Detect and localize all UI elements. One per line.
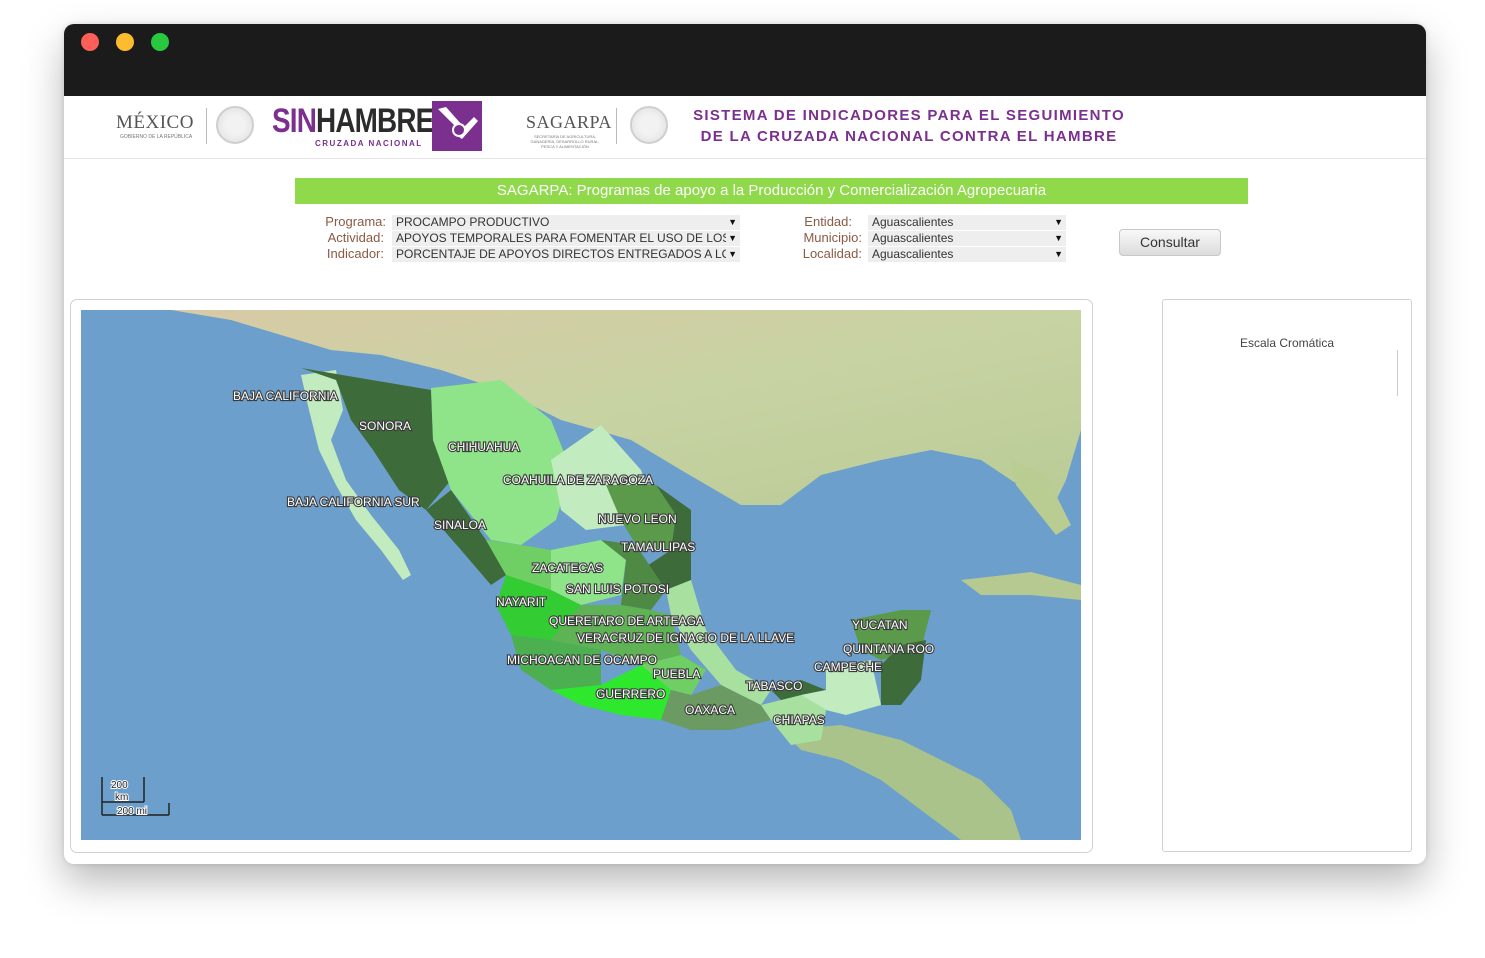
- choropleth-map[interactable]: BAJA CALIFORNIA SONORA CHIHUAHUA COAHUIL…: [81, 310, 1081, 840]
- system-title-line1: SISTEMA DE INDICADORES PARA EL SEGUIMIEN…: [693, 107, 1125, 124]
- state-label-coahuila: COAHUILA DE ZARAGOZA: [503, 473, 653, 487]
- localidad-selected-value: Aguascalientes: [872, 247, 954, 261]
- agency-seal-icon: [630, 106, 668, 144]
- campaign-logo-part1: SIN: [272, 102, 317, 140]
- state-label-chiapas: CHIAPAS: [773, 713, 825, 727]
- state-label-tamaulipas: TAMAULIPAS: [621, 540, 695, 554]
- indicador-select[interactable]: PORCENTAJE DE APOYOS DIRECTOS ENTREGADOS…: [392, 247, 740, 262]
- state-label-baja-california: BAJA CALIFORNIA: [233, 389, 338, 403]
- chevron-down-icon: ▼: [1052, 231, 1063, 246]
- state-label-sinaloa: SINALOA: [434, 518, 486, 532]
- minimize-window-icon[interactable]: [116, 33, 134, 51]
- chevron-down-icon: ▼: [1052, 247, 1063, 262]
- scale-km-value: 200: [111, 780, 128, 791]
- state-label-nuevo-leon: NUEVO LEON: [598, 512, 677, 526]
- gov-logo-subtitle: GOBIERNO DE LA REPÚBLICA: [120, 134, 193, 140]
- state-label-nayarit: NAYARIT: [496, 595, 547, 609]
- consultar-button[interactable]: Consultar: [1119, 229, 1221, 256]
- section-banner: SAGARPA: Programas de apoyo a la Producc…: [295, 178, 1248, 204]
- system-title: SISTEMA DE INDICADORES PARA EL SEGUIMIEN…: [684, 105, 1134, 147]
- national-seal-icon: [216, 106, 254, 144]
- state-label-baja-california-sur: BAJA CALIFORNIA SUR: [287, 495, 420, 509]
- state-label-puebla: PUEBLA: [653, 667, 700, 681]
- state-label-campeche: CAMPECHE: [814, 660, 882, 674]
- state-label-sonora: SONORA: [359, 419, 411, 433]
- chevron-down-icon: ▼: [1052, 215, 1063, 230]
- state-label-san-luis-potosi: SAN LUIS POTOSI: [566, 582, 669, 596]
- state-label-oaxaca: OAXACA: [685, 703, 735, 717]
- browser-window: MÉXICO GOBIERNO DE LA REPÚBLICA SINHAMBR…: [64, 24, 1426, 864]
- legend-panel: Escala Cromática: [1162, 299, 1412, 852]
- indicador-label: Indicador:: [326, 246, 384, 261]
- legend-scale-bar: [1397, 350, 1398, 396]
- entidad-select[interactable]: Aguascalientes ▼: [868, 215, 1066, 230]
- programa-selected-value: PROCAMPO PRODUCTIVO: [396, 215, 550, 229]
- entidad-selected-value: Aguascalientes: [872, 215, 954, 229]
- agency-logo-divider: [616, 108, 617, 144]
- actividad-select[interactable]: APOYOS TEMPORALES PARA FOMENTAR EL USO D…: [392, 231, 740, 246]
- scale-km-unit: km: [115, 792, 128, 803]
- campaign-logo-subtitle: CRUZADA NACIONAL: [315, 139, 423, 148]
- gov-logo: MÉXICO: [116, 112, 194, 133]
- chevron-down-icon: ▼: [726, 215, 737, 230]
- page-header: MÉXICO GOBIERNO DE LA REPÚBLICA SINHAMBR…: [64, 96, 1426, 159]
- municipio-label: Municipio:: [803, 230, 862, 245]
- actividad-selected-value: APOYOS TEMPORALES PARA FOMENTAR EL USO D…: [396, 231, 731, 245]
- state-label-queretaro: QUERETARO DE ARTEAGA: [549, 614, 704, 628]
- state-label-guerrero: GUERRERO: [596, 687, 665, 701]
- state-label-michoacan: MICHOACAN DE OCAMPO: [507, 653, 657, 667]
- chevron-down-icon: ▼: [726, 231, 737, 246]
- logo-divider: [206, 108, 207, 144]
- programa-select[interactable]: PROCAMPO PRODUCTIVO ▼: [392, 215, 740, 230]
- maximize-window-icon[interactable]: [151, 33, 169, 51]
- system-title-line2: DE LA CRUZADA NACIONAL CONTRA EL HAMBRE: [700, 128, 1118, 145]
- campaign-logo: SINHAMBRE: [272, 102, 434, 141]
- state-label-chihuahua: CHIHUAHUA: [448, 440, 519, 454]
- legend-title: Escala Cromática: [1239, 336, 1335, 350]
- scale-mi: 200 mi: [117, 806, 147, 817]
- agency-logo-subtitle: SECRETARÍA DE AGRICULTURA, GANADERÍA, DE…: [530, 134, 600, 149]
- close-window-icon[interactable]: [81, 33, 99, 51]
- state-label-quintana-roo: QUINTANA ROO: [843, 642, 934, 656]
- localidad-label: Localidad:: [802, 246, 862, 261]
- state-label-zacatecas: ZACATECAS: [532, 561, 603, 575]
- window-titlebar: [64, 24, 1426, 96]
- campaign-logo-part2: HAMBRE: [316, 102, 434, 140]
- indicador-selected-value: PORCENTAJE DE APOYOS DIRECTOS ENTREGADOS…: [396, 247, 731, 261]
- state-label-veracruz: VERACRUZ DE IGNACIO DE LA LLAVE: [577, 631, 794, 645]
- state-label-tabasco: TABASCO: [746, 679, 802, 693]
- chevron-down-icon: ▼: [726, 247, 737, 262]
- state-label-yucatan: YUCATAN: [852, 618, 908, 632]
- entidad-label: Entidad:: [804, 214, 852, 229]
- municipio-selected-value: Aguascalientes: [872, 231, 954, 245]
- municipio-select[interactable]: Aguascalientes ▼: [868, 231, 1066, 246]
- hands-logo-icon: [432, 101, 482, 151]
- agency-logo: SAGARPA: [526, 112, 612, 132]
- programa-label: Programa:: [325, 214, 386, 229]
- localidad-select[interactable]: Aguascalientes ▼: [868, 247, 1066, 262]
- actividad-label: Actividad:: [327, 230, 384, 245]
